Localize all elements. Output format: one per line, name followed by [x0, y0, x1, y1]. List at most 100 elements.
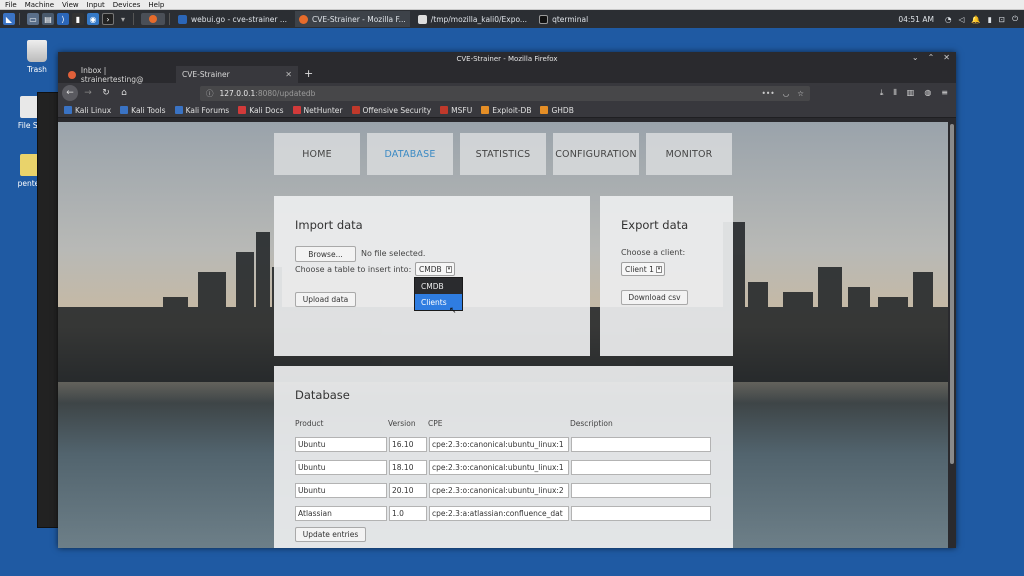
download-icon[interactable]: ⤓ [880, 88, 884, 98]
client-select[interactable]: Client 1 ▾ [621, 262, 665, 276]
library-icon[interactable]: ⫴ [893, 88, 896, 98]
client-select-label: Choose a client: [621, 248, 686, 257]
tab-label: CVE-Strainer [182, 70, 230, 79]
cell-description[interactable] [571, 437, 711, 452]
cell-product[interactable]: Atlassian [295, 506, 387, 521]
bookmark-kali-forums[interactable]: Kali Forums [174, 106, 229, 115]
volume-icon[interactable]: ◁ [959, 15, 965, 24]
browse-button[interactable]: Browse... [295, 246, 356, 262]
cell-cpe[interactable]: cpe:2.3:a:atlassian:confluence_dat [429, 506, 569, 521]
nav-statistics[interactable]: STATISTICS [460, 133, 546, 175]
firefox-launcher-icon[interactable] [141, 13, 165, 25]
lock-icon[interactable]: ⊡ [999, 15, 1005, 24]
vm-menu-help[interactable]: Help [148, 1, 164, 9]
offsec-icon [351, 106, 360, 114]
new-tab-icon[interactable]: + [304, 67, 313, 80]
cell-description[interactable] [571, 506, 711, 521]
bookmark-star-icon[interactable]: ☆ [797, 89, 804, 98]
close-icon[interactable]: ✕ [943, 53, 950, 62]
cell-cpe[interactable]: cpe:2.3:o:canonical:ubuntu_linux:1 [429, 437, 569, 452]
nav-monitor[interactable]: MONITOR [646, 133, 732, 175]
nav-configuration[interactable]: CONFIGURATION [553, 133, 639, 175]
browser-icon[interactable]: ◉ [87, 13, 99, 25]
pocket-icon[interactable]: ◡ [783, 89, 790, 98]
vm-menu-view[interactable]: View [62, 1, 79, 9]
taskbar-task-webui[interactable]: webui.go - cve-strainer ... [174, 11, 291, 27]
back-icon[interactable]: ← [62, 85, 78, 101]
vm-menu-input[interactable]: Input [87, 1, 105, 9]
taskbar-task-label: qterminal [552, 14, 589, 24]
vm-menu-machine[interactable]: Machine [25, 1, 54, 9]
file-status: No file selected. [361, 249, 426, 258]
cell-cpe[interactable]: cpe:2.3:o:canonical:ubuntu_linux:2 [429, 483, 569, 498]
firefox-task-icon [299, 14, 309, 24]
sidebar-icon[interactable]: ▥ [907, 88, 915, 98]
taskbar-separator [19, 13, 20, 25]
upload-data-button[interactable]: Upload data [295, 292, 356, 307]
cell-version[interactable]: 1.0 [389, 506, 427, 521]
desktop-icon-trash[interactable]: Trash [15, 40, 59, 74]
tab-inbox[interactable]: Inbox | strainertesting@ [62, 66, 176, 84]
cell-description[interactable] [571, 460, 711, 475]
terminal-icon[interactable]: ▮ [72, 13, 84, 25]
maximize-icon[interactable]: ⌃ [928, 53, 935, 62]
bookmark-offensive-security[interactable]: Offensive Security [351, 106, 431, 115]
reload-icon[interactable]: ↻ [98, 85, 114, 101]
network-icon[interactable]: ◔ [945, 15, 952, 24]
bookmarks-toolbar: Kali Linux Kali Tools Kali Forums Kali D… [58, 103, 956, 118]
cell-description[interactable] [571, 483, 711, 498]
update-entries-button[interactable]: Update entries [295, 527, 366, 542]
shell-icon[interactable]: › [102, 13, 114, 25]
download-csv-button[interactable]: Download csv [621, 290, 688, 305]
tab-cve-strainer[interactable]: CVE-Strainer ✕ [176, 66, 298, 83]
firefox-window: CVE-Strainer - Mozilla Firefox ⌄ ⌃ ✕ Inb… [58, 52, 956, 548]
vscode-icon[interactable]: ⟩ [57, 13, 69, 25]
page-scrollbar[interactable] [948, 122, 956, 548]
vm-menu-devices[interactable]: Devices [113, 1, 141, 9]
bookmark-msfu[interactable]: MSFU [440, 106, 472, 115]
cell-product[interactable]: Ubuntu [295, 437, 387, 452]
nav-database[interactable]: DATABASE [367, 133, 453, 175]
dropdown-option-cmdb[interactable]: CMDB [415, 278, 462, 294]
cell-product[interactable]: Ubuntu [295, 460, 387, 475]
forward-icon[interactable]: → [80, 85, 96, 101]
taskbar-task-folder[interactable]: /tmp/mozilla_kali0/Expo... [414, 11, 531, 27]
close-tab-icon[interactable]: ✕ [285, 70, 292, 79]
scrollbar-thumb[interactable] [950, 124, 954, 464]
bookmark-ghdb[interactable]: GHDB [540, 106, 574, 115]
battery-icon[interactable]: ▮ [988, 15, 992, 24]
cell-product[interactable]: Ubuntu [295, 483, 387, 498]
url-rest: :8080/updatedb [255, 88, 316, 98]
bookmark-nethunter[interactable]: NetHunter [292, 106, 343, 115]
kali-menu-icon[interactable]: ◣ [3, 13, 15, 25]
bookmark-kali-docs[interactable]: Kali Docs [238, 106, 284, 115]
notification-icon[interactable]: 🔔 [971, 15, 980, 24]
account-icon[interactable]: ◍ [924, 88, 931, 98]
chevron-down-icon[interactable]: ▾ [117, 13, 129, 25]
taskbar-task-firefox[interactable]: CVE-Strainer - Mozilla F... [295, 11, 410, 27]
power-icon[interactable]: ⏻ [1012, 14, 1018, 24]
vm-menu-file[interactable]: File [5, 1, 17, 9]
page-actions-icon[interactable]: ••• [761, 89, 774, 98]
cell-version[interactable]: 16.10 [389, 437, 427, 452]
url-bar[interactable]: ⓘ 127.0.0.1:8080/updatedb ••• ◡ ☆ [200, 85, 810, 101]
table-select[interactable]: CMDB ▾ [415, 262, 455, 276]
files-icon[interactable]: ▤ [42, 13, 54, 25]
bookmark-exploit-db[interactable]: Exploit-DB [481, 106, 531, 115]
home-icon[interactable]: ⌂ [116, 85, 132, 101]
cell-cpe[interactable]: cpe:2.3:o:canonical:ubuntu_linux:1 [429, 460, 569, 475]
workspace-icon[interactable]: ▭ [27, 13, 39, 25]
cell-version[interactable]: 20.10 [389, 483, 427, 498]
nethunter-icon [292, 106, 301, 114]
info-icon[interactable]: ⓘ [206, 88, 214, 99]
bookmark-kali-tools[interactable]: Kali Tools [120, 106, 166, 115]
nav-home[interactable]: HOME [274, 133, 360, 175]
hamburger-menu-icon[interactable]: ≡ [941, 88, 948, 98]
kali-icon [120, 106, 129, 114]
bookmark-kali-linux[interactable]: Kali Linux [64, 106, 111, 115]
cell-version[interactable]: 18.10 [389, 460, 427, 475]
minimize-icon[interactable]: ⌄ [912, 53, 919, 62]
clock[interactable]: 04:51 AM [898, 15, 934, 24]
taskbar-task-qterminal[interactable]: qterminal [535, 11, 592, 27]
window-titlebar[interactable]: CVE-Strainer - Mozilla Firefox ⌄ ⌃ ✕ [58, 52, 956, 65]
